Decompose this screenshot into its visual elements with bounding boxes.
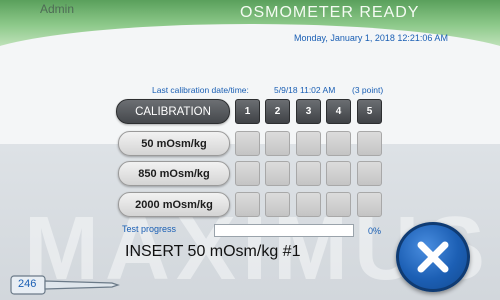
result-cell: [235, 131, 260, 156]
close-icon: [417, 241, 449, 273]
standard-2000-button[interactable]: 2000 mOsm/kg: [118, 192, 230, 217]
status-title: OSMOMETER READY: [240, 4, 420, 21]
osmometer-screen: Admin OSMOMETER READY Monday, January 1,…: [0, 0, 500, 300]
test-progress-percent: 0%: [368, 226, 382, 236]
result-cell: [235, 161, 260, 186]
result-cell: [296, 192, 321, 217]
standard-850-button[interactable]: 850 mOsm/kg: [118, 161, 230, 186]
calibration-point-2-button[interactable]: 2: [265, 99, 290, 124]
calibration-point-1-button[interactable]: 1: [235, 99, 260, 124]
result-cell: [296, 161, 321, 186]
standard-50-button[interactable]: 50 mOsm/kg: [118, 131, 230, 156]
close-button[interactable]: [396, 222, 470, 292]
calibration-point-5-button[interactable]: 5: [357, 99, 382, 124]
calibration-points: (3 point): [352, 85, 384, 95]
result-cell: [265, 131, 290, 156]
result-cell: [296, 131, 321, 156]
calibration-button[interactable]: CALIBRATION: [116, 99, 230, 124]
result-cell: [326, 131, 351, 156]
result-cell: [357, 161, 382, 186]
last-calibration-info: Last calibration date/time: 5/9/18 11:02…: [152, 85, 383, 95]
calibration-point-4-button[interactable]: 4: [326, 99, 351, 124]
result-cell: [265, 192, 290, 217]
instruction-text: INSERT 50 mOsm/kg #1: [125, 243, 301, 260]
probe-counter: 246: [10, 274, 120, 296]
result-cell: [326, 192, 351, 217]
result-cell: [357, 192, 382, 217]
result-cell: [265, 161, 290, 186]
test-progress-bar: [214, 224, 354, 237]
last-calibration-label: Last calibration date/time:: [152, 85, 249, 95]
result-cell: [357, 131, 382, 156]
probe-counter-value: 246: [18, 278, 37, 290]
test-progress-label: Test progress: [122, 224, 177, 234]
result-cell: [235, 192, 260, 217]
user-label[interactable]: Admin: [40, 2, 74, 16]
calibration-point-3-button[interactable]: 3: [296, 99, 321, 124]
current-datetime: Monday, January 1, 2018 12:21:06 AM: [294, 33, 448, 43]
last-calibration-datetime: 5/9/18 11:02 AM: [274, 85, 336, 95]
result-cell: [326, 161, 351, 186]
